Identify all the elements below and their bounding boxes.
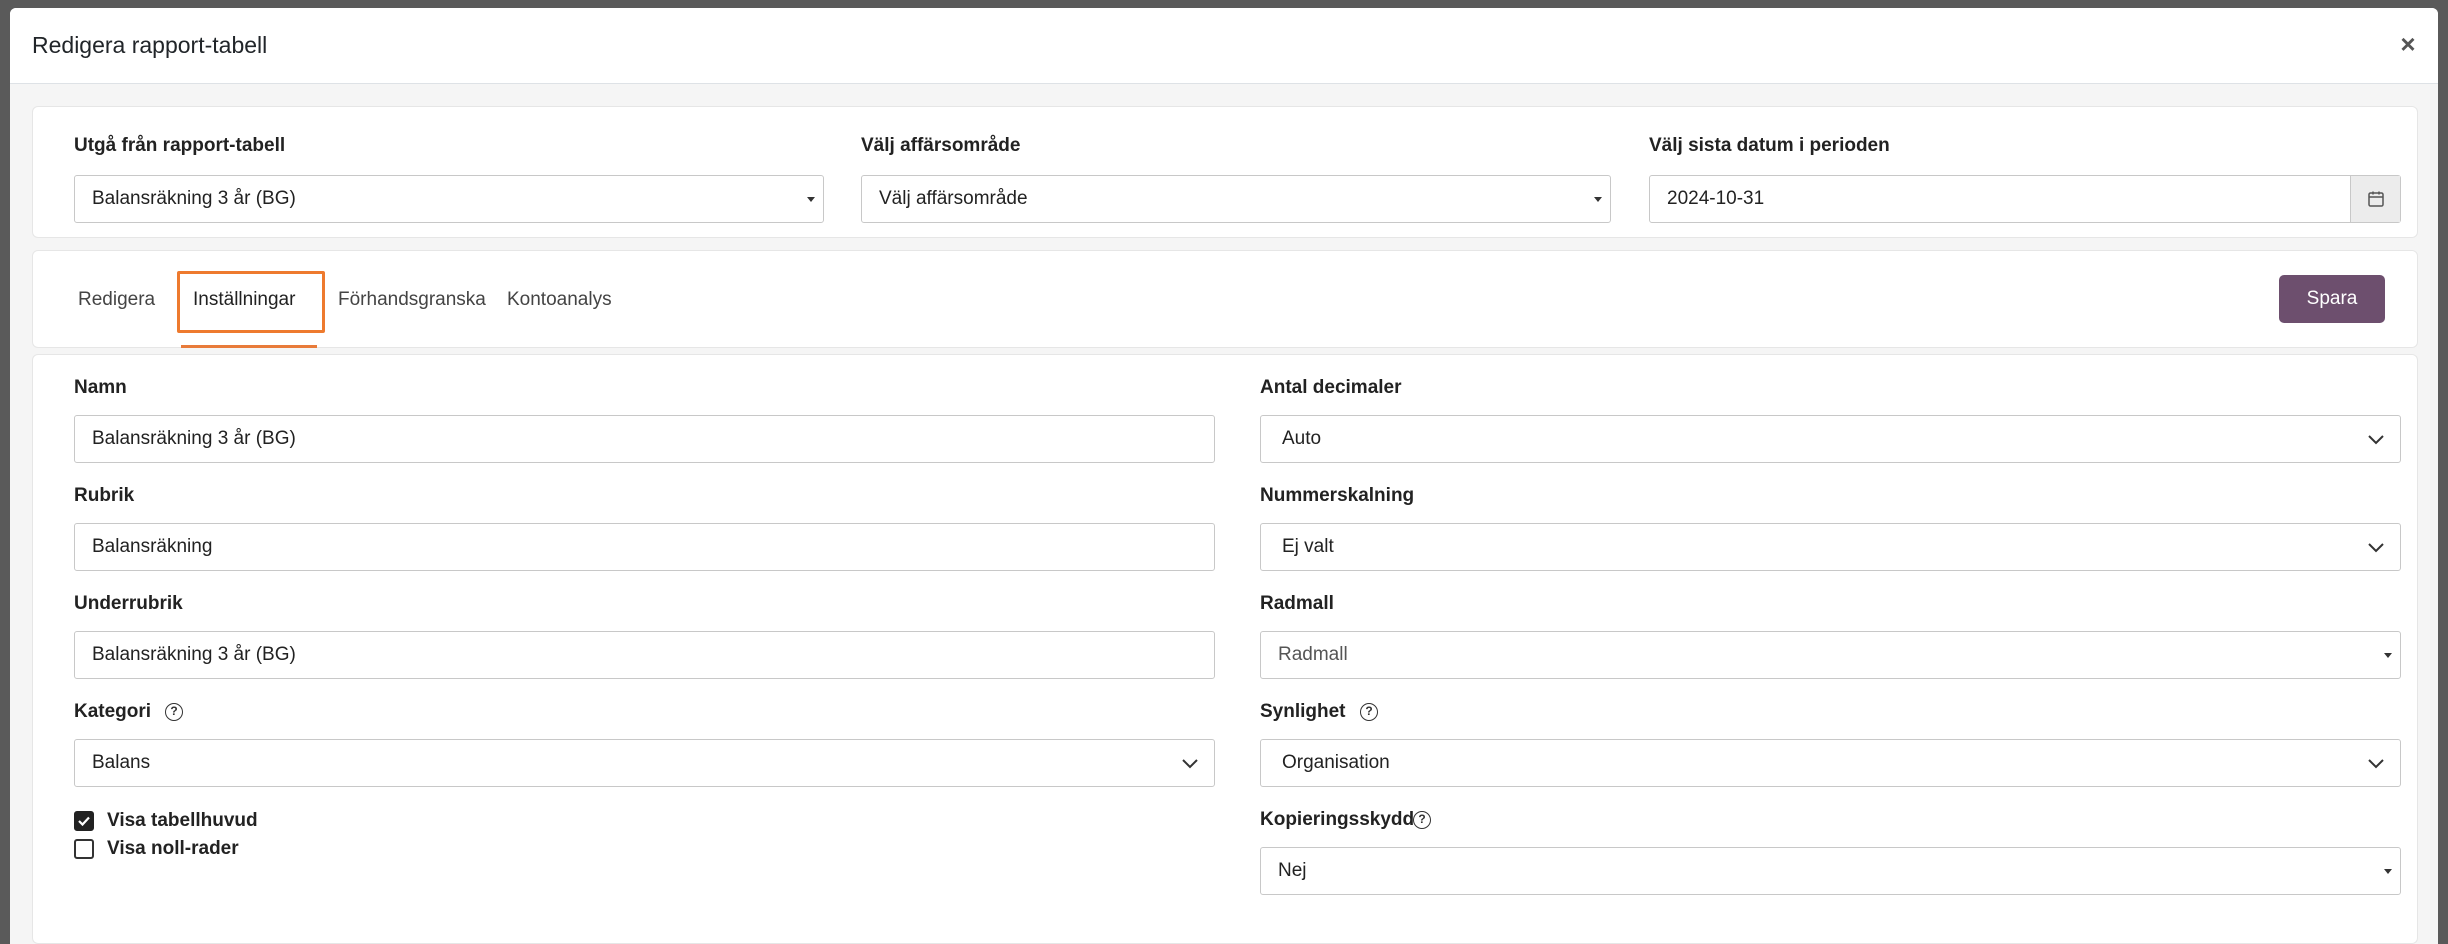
name-label: Namn: [74, 377, 127, 398]
settings-card: Namn Balansräkning 3 år (BG) Rubrik Bala…: [32, 354, 2418, 944]
category-value: Balans: [92, 752, 151, 773]
category-help-icon[interactable]: ?: [165, 703, 183, 721]
chevron-down-icon: [1182, 759, 1198, 769]
active-tab-highlight: [177, 271, 325, 333]
decimals-select[interactable]: Auto: [1260, 415, 2401, 463]
category-select[interactable]: Balans: [74, 739, 1215, 787]
modal-header: Redigera rapport-tabell ×: [10, 8, 2438, 84]
business-area-value: Välj affärsområde: [879, 188, 1028, 209]
row-template-select[interactable]: Radmall: [1260, 631, 2401, 679]
visibility-value: Organisation: [1282, 752, 1390, 773]
calendar-button[interactable]: [2350, 176, 2400, 222]
tab-kontoanalys[interactable]: Kontoanalys: [507, 289, 612, 311]
show-header-checkbox[interactable]: [74, 811, 94, 831]
close-button[interactable]: ×: [2394, 30, 2422, 58]
show-zero-rows-label: Visa noll-rader: [107, 838, 239, 859]
show-header-label: Visa tabellhuvud: [107, 810, 258, 831]
period-end-date-value: 2024-10-31: [1667, 188, 1765, 209]
period-end-date-input[interactable]: 2024-10-31: [1649, 175, 2401, 223]
copy-protection-select[interactable]: Nej: [1260, 847, 2401, 895]
number-scaling-label: Nummerskalning: [1260, 485, 1415, 506]
tabs-card: Redigera Inställningar Förhandsgranska K…: [32, 250, 2418, 348]
chevron-down-icon: [2368, 759, 2384, 769]
show-zero-rows-checkbox[interactable]: [74, 839, 94, 859]
heading-value: Balansräkning: [92, 536, 213, 557]
copy-protection-help-icon[interactable]: ?: [1413, 811, 1431, 829]
source-table-select[interactable]: Balansräkning 3 år (BG): [74, 175, 824, 223]
visibility-label: Synlighet: [1260, 701, 1346, 722]
name-input[interactable]: Balansräkning 3 år (BG): [74, 415, 1215, 463]
number-scaling-value: Ej valt: [1282, 536, 1334, 557]
check-icon: [78, 816, 90, 827]
business-area-select[interactable]: Välj affärsområde: [861, 175, 1611, 223]
save-button[interactable]: Spara: [2279, 275, 2385, 323]
heading-label: Rubrik: [74, 485, 135, 506]
subheading-label: Underrubrik: [74, 593, 183, 614]
chevron-down-icon: [2368, 543, 2384, 553]
visibility-select[interactable]: Organisation: [1260, 739, 2401, 787]
number-scaling-select[interactable]: Ej valt: [1260, 523, 2401, 571]
report-source-card: Utgå från rapport-tabell Balansräkning 3…: [32, 106, 2418, 238]
copy-protection-value: Nej: [1278, 860, 1307, 881]
calendar-icon: [2367, 191, 2384, 207]
source-table-label: Utgå från rapport-tabell: [74, 135, 286, 156]
chevron-down-icon: [2368, 435, 2384, 445]
business-area-label: Välj affärsområde: [861, 135, 1021, 156]
heading-input[interactable]: Balansräkning: [74, 523, 1215, 571]
edit-report-table-modal: Redigera rapport-tabell × Utgå från rapp…: [10, 8, 2438, 944]
category-label: Kategori: [74, 701, 152, 722]
name-value: Balansräkning 3 år (BG): [92, 428, 296, 449]
decimals-label: Antal decimaler: [1260, 377, 1402, 398]
tab-forhandsgranska[interactable]: Förhandsgranska: [338, 289, 486, 311]
active-tab-underline: [181, 345, 317, 348]
tab-redigera[interactable]: Redigera: [78, 289, 155, 311]
subheading-value: Balansräkning 3 år (BG): [92, 644, 296, 665]
source-table-value: Balansräkning 3 år (BG): [92, 188, 296, 209]
decimals-value: Auto: [1282, 428, 1322, 449]
subheading-input[interactable]: Balansräkning 3 år (BG): [74, 631, 1215, 679]
modal-title: Redigera rapport-tabell: [32, 32, 268, 58]
visibility-help-icon[interactable]: ?: [1360, 703, 1378, 721]
period-end-date-label: Välj sista datum i perioden: [1649, 135, 1890, 156]
row-template-label: Radmall: [1260, 593, 1334, 614]
copy-protection-label: Kopieringsskydd: [1260, 809, 1415, 830]
row-template-value: Radmall: [1278, 644, 1348, 665]
